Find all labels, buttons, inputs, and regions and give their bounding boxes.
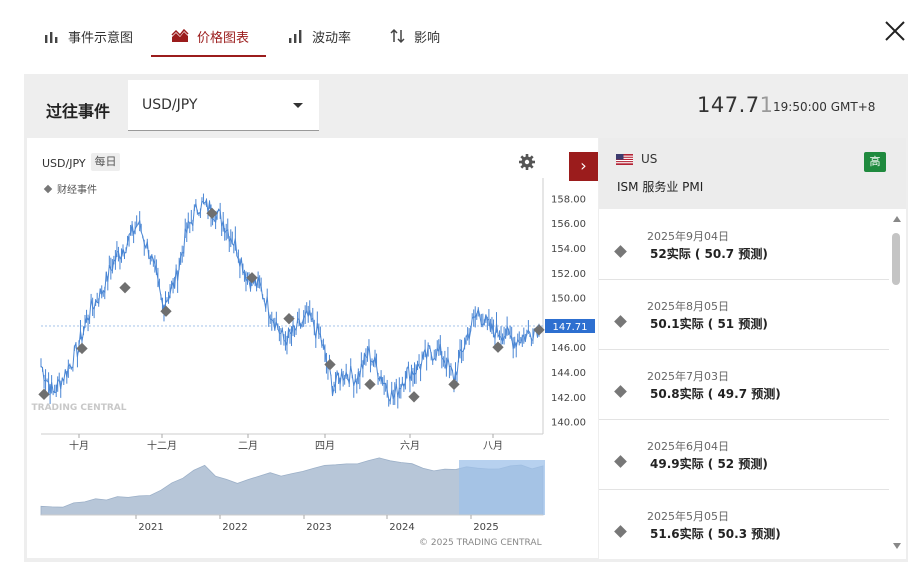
scroll-down-icon[interactable] <box>893 543 901 549</box>
x-tick-label: 十月 <box>69 439 89 452</box>
list-item[interactable]: 2025年6月04日 49.9实际 ( 52 预测) <box>599 420 889 490</box>
close-icon[interactable] <box>882 18 908 44</box>
copyright: © 2025 TRADING CENTRAL <box>419 538 542 548</box>
current-price-label: 147.71 <box>553 322 588 333</box>
current-price: 147.71 <box>697 93 774 117</box>
tab-bar: 事件示意图 价格图表 波动率 影响 <box>0 0 917 62</box>
y-tick-label: 154.00 <box>551 244 586 255</box>
tab-price-chart[interactable]: 价格图表 <box>171 16 249 56</box>
y-tick-label: 144.00 <box>551 368 586 379</box>
event-date: 2025年5月05日 <box>647 510 729 523</box>
event-date: 2025年6月04日 <box>647 440 729 453</box>
select-value: USD/JPY <box>142 97 198 113</box>
bar-chart-icon <box>44 29 60 43</box>
diamond-icon <box>614 385 627 398</box>
y-tick-label: 140.00 <box>551 418 586 429</box>
diamond-icon <box>614 315 627 328</box>
chevron-down-icon <box>293 103 303 108</box>
navigator-tick-label: 2025 <box>473 522 498 533</box>
diamond-icon <box>614 525 627 538</box>
list-item[interactable]: 2025年9月04日 52实际 ( 50.7 预测) <box>599 210 889 280</box>
navigator-tick-label: 2023 <box>306 522 331 533</box>
price-line <box>40 199 540 403</box>
tab-label: 影响 <box>414 30 441 46</box>
event-name: ISM 服务业 PMI <box>617 180 704 194</box>
tab-label: 价格图表 <box>197 30 250 46</box>
event-panel: US ISM 服务业 PMI 高 2025年9月04日 52实际 ( 50.7 预… <box>599 138 906 559</box>
y-tick-label: 152.00 <box>551 269 586 280</box>
active-tab-indicator <box>151 55 266 57</box>
price-chart-icon <box>171 29 189 43</box>
diamond-icon <box>614 455 627 468</box>
impact-arrows-icon <box>390 28 406 44</box>
tab-impact[interactable]: 影响 <box>390 16 440 56</box>
x-tick-label: 六月 <box>400 440 420 452</box>
event-country: US <box>641 152 658 166</box>
tab-label: 事件示意图 <box>68 30 134 46</box>
x-tick-label: 四月 <box>315 440 335 452</box>
importance-badge: 高 <box>864 152 886 172</box>
navigator-tick-label: 2021 <box>138 522 163 533</box>
y-tick-label: 156.00 <box>551 219 586 230</box>
event-panel-header: US ISM 服务业 PMI 高 <box>599 138 906 209</box>
navigator-tick-label: 2022 <box>222 522 247 533</box>
price-main: 147.7 <box>697 93 760 117</box>
x-tick-label: 十二月 <box>147 439 177 452</box>
event-value: 49.9实际 ( 52 预测) <box>650 457 768 471</box>
scrollbar-thumb[interactable] <box>892 233 900 285</box>
event-date: 2025年9月04日 <box>647 230 729 243</box>
event-value: 50.1实际 ( 51 预测) <box>650 317 768 331</box>
x-tick-label: 八月 <box>483 440 503 452</box>
tab-event-map[interactable]: 事件示意图 <box>44 16 133 56</box>
diamond-icon <box>614 245 627 258</box>
event-value: 51.6实际 ( 50.3 预测) <box>650 527 781 541</box>
event-date: 2025年8月05日 <box>647 300 729 313</box>
event-marker <box>408 391 420 403</box>
navigator-window <box>459 460 545 515</box>
event-marker <box>364 378 376 391</box>
event-marker <box>38 388 50 400</box>
event-marker <box>492 341 504 353</box>
scroll-up-icon[interactable] <box>893 216 901 222</box>
event-marker <box>119 282 131 294</box>
price-last-digit: 1 <box>759 93 774 117</box>
currency-pair-select[interactable]: USD/JPY <box>128 80 319 131</box>
price-time: 19:50:00 GMT+8 <box>773 100 876 114</box>
tab-label: 波动率 <box>312 30 352 46</box>
volatility-icon <box>288 29 304 43</box>
y-tick-label: 150.00 <box>551 294 586 305</box>
event-date: 2025年7月03日 <box>647 370 729 383</box>
page-title: 过往事件 <box>46 102 111 121</box>
tab-volatility[interactable]: 波动率 <box>288 16 351 56</box>
y-tick-label: 158.00 <box>551 194 586 205</box>
event-value: 52实际 ( 50.7 预测) <box>650 247 768 261</box>
list-item[interactable]: 2025年7月03日 50.8实际 ( 49.7 预测) <box>599 350 889 420</box>
event-value: 50.8实际 ( 49.7 预测) <box>650 387 781 401</box>
event-marker <box>448 378 460 391</box>
us-flag-icon <box>616 154 633 165</box>
y-tick-label: 146.00 <box>551 343 586 354</box>
x-tick-label: 二月 <box>238 440 258 452</box>
list-item[interactable]: 2025年5月05日 51.6实际 ( 50.3 预测) <box>599 490 889 559</box>
price-chart[interactable]: 140.00142.00144.00146.00148.00150.00152.… <box>27 138 597 538</box>
watermark: TRADING CENTRAL <box>32 403 127 413</box>
event-history-list: 2025年9月04日 52实际 ( 50.7 预测) 2025年8月05日 50.1… <box>599 210 889 559</box>
navigator-tick-label: 2024 <box>389 522 414 533</box>
list-item[interactable]: 2025年8月05日 50.1实际 ( 51 预测) <box>599 280 889 350</box>
y-tick-label: 142.00 <box>551 393 586 404</box>
